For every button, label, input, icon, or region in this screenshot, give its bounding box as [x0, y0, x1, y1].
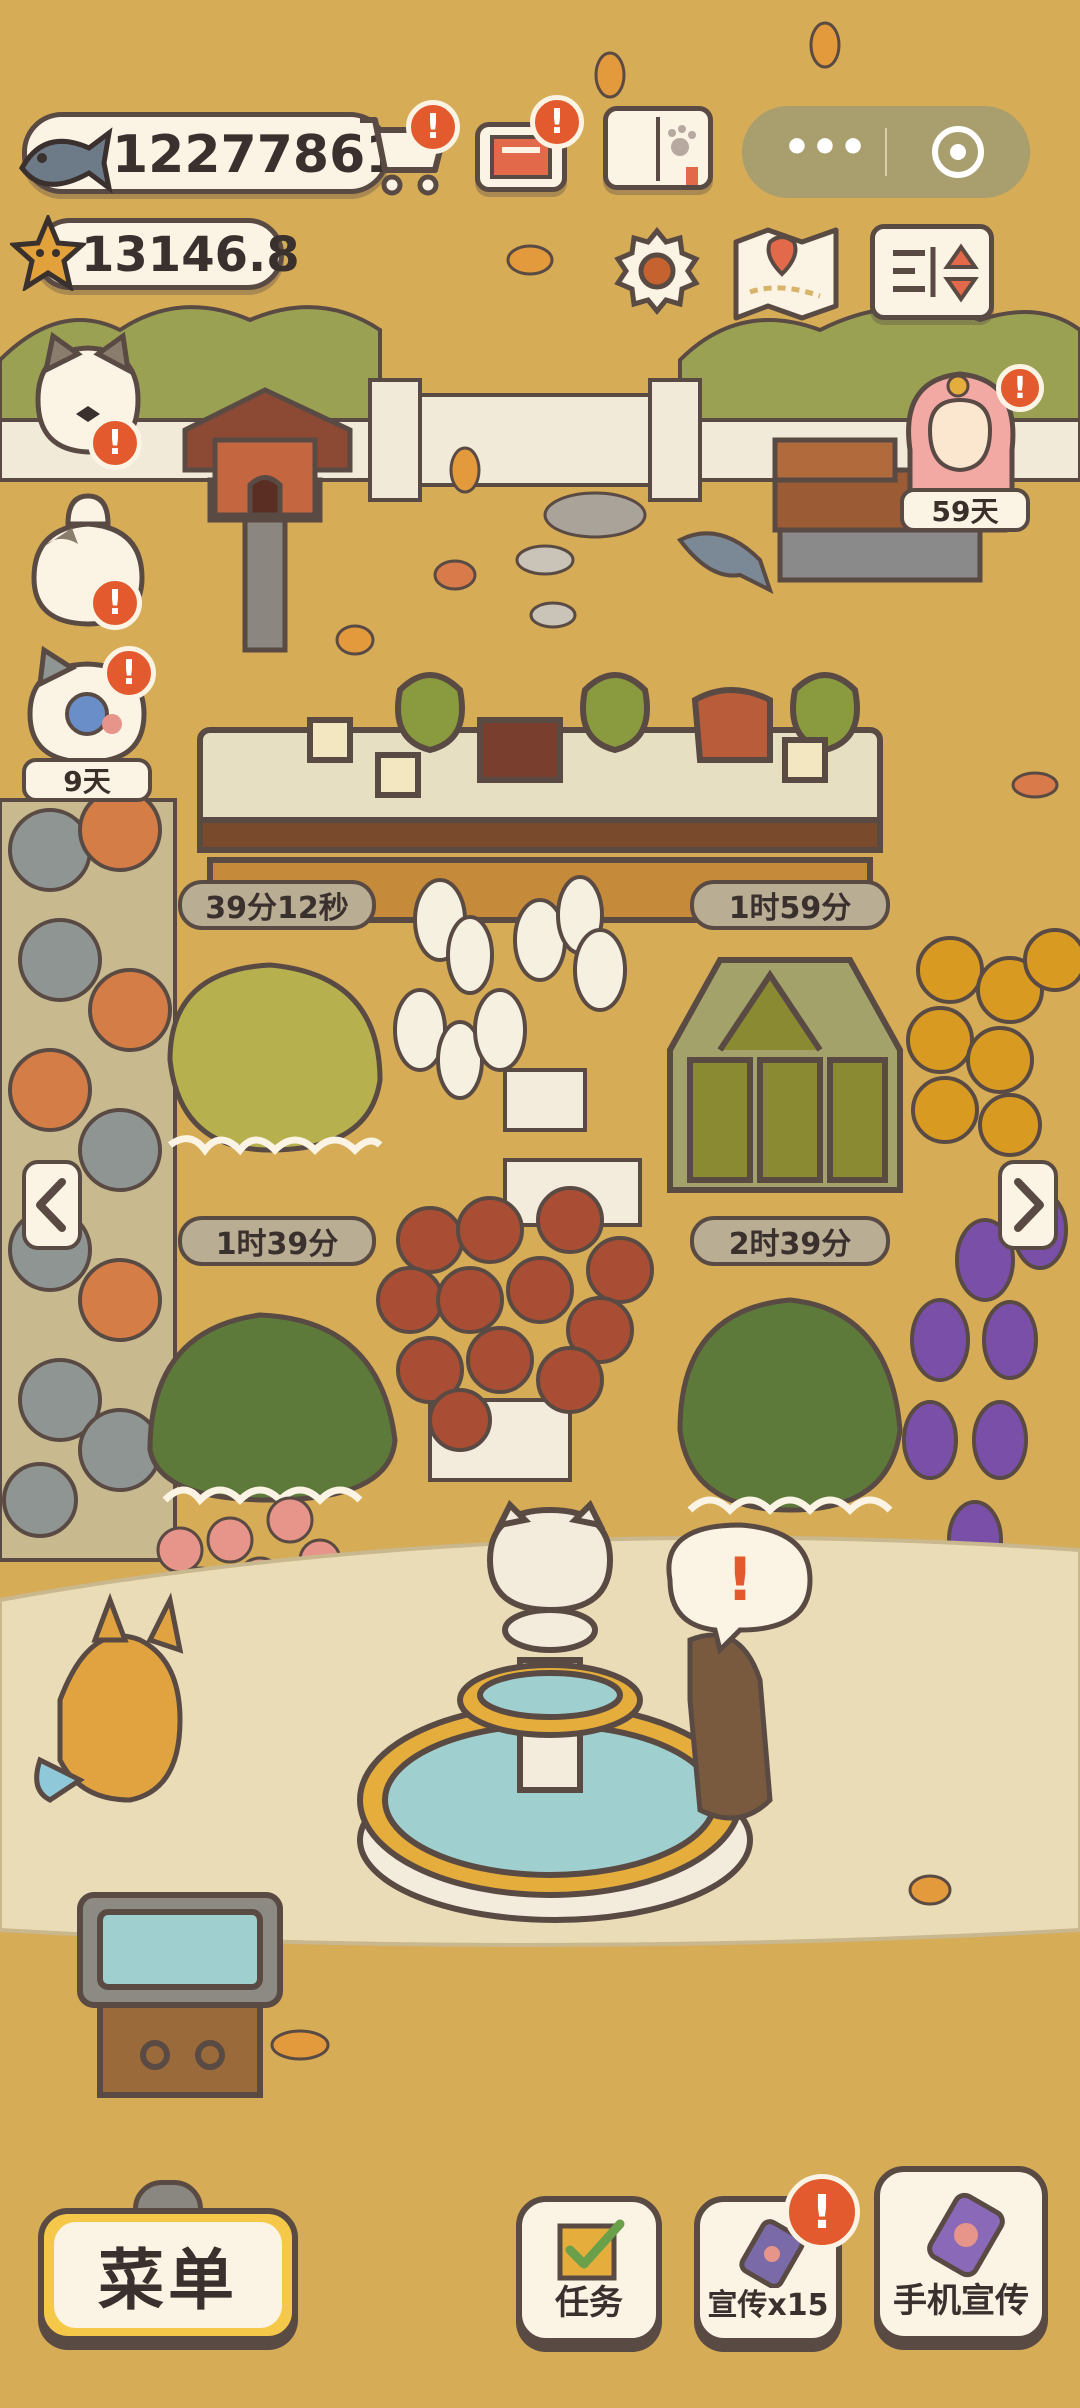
- pond-box: [77, 1892, 283, 2098]
- merchant-alert: !: [996, 364, 1044, 412]
- fish-icon: [19, 127, 113, 194]
- cat-days-label: 9天: [22, 758, 152, 802]
- target-icon: [950, 144, 966, 160]
- bib-cat-alert: !: [102, 646, 156, 700]
- scroll-right-button[interactable]: [998, 1160, 1058, 1250]
- close-mini-program-button[interactable]: [932, 126, 984, 178]
- menu-button[interactable]: 菜单: [38, 2180, 298, 2350]
- mail-alert-badge: !: [530, 95, 584, 149]
- chevron-left-icon: [36, 1178, 66, 1232]
- lily-patch: [393, 875, 642, 1227]
- star-icon: [10, 215, 86, 291]
- cat-visitor-tuxedo[interactable]: !: [28, 330, 148, 470]
- counter-right-timer: 1时59分: [690, 880, 890, 930]
- plot-top-left: [167, 962, 383, 1156]
- chevron-right-icon: [1014, 1178, 1044, 1232]
- paw-book-icon: [656, 117, 698, 185]
- cat-visitor-chef[interactable]: !: [28, 488, 148, 630]
- gear-icon: [614, 227, 700, 315]
- map-button[interactable]: [730, 222, 842, 322]
- cart-alert-badge: !: [406, 100, 460, 154]
- capsule-divider: [885, 128, 887, 176]
- plot-left-timer: 1时39分: [178, 1216, 376, 1266]
- plot-bottom-right: [677, 1297, 903, 1515]
- more-options-button[interactable]: •••: [780, 122, 870, 173]
- greenhouse: [667, 957, 903, 1193]
- star-count: 13146.8: [81, 227, 300, 283]
- phone-icon: [927, 2192, 1005, 2278]
- settings-button[interactable]: [612, 226, 702, 316]
- mailbox: [182, 387, 353, 653]
- tuxedo-cat-alert: !: [88, 416, 142, 470]
- shop-cart-button[interactable]: !: [350, 100, 460, 200]
- counter-left-timer: 39分12秒: [178, 880, 376, 930]
- chef-cat-alert: !: [88, 576, 142, 630]
- menu-inner: 菜单: [54, 2222, 282, 2328]
- tomato-patch: [376, 1186, 654, 1482]
- sunflower-patch: [906, 928, 1080, 1157]
- scroll-left-button[interactable]: [22, 1160, 82, 1250]
- checklist-icon: [557, 2219, 625, 2281]
- cat-visitor-bib[interactable]: !: [22, 644, 156, 765]
- promote-button[interactable]: 宣传x15 !: [694, 2174, 860, 2344]
- catalog-book-button[interactable]: [603, 106, 713, 190]
- merchant-days-label: 59天: [900, 488, 1030, 532]
- phone-promote-label: 手机宣传: [893, 2281, 1029, 2321]
- tasks-button[interactable]: 任务: [516, 2196, 662, 2344]
- plot-bottom-left: [147, 1312, 398, 1506]
- promote-alert-badge: !: [784, 2174, 860, 2250]
- phone-promote-button[interactable]: 手机宣传: [874, 2166, 1048, 2342]
- mini-program-capsule: •••: [742, 106, 1030, 198]
- layout-toggle-button[interactable]: [870, 224, 994, 320]
- merchant-character[interactable]: !: [900, 360, 1044, 501]
- plot-right-timer: 2时39分: [690, 1216, 890, 1266]
- menu-panel: 菜单: [38, 2208, 298, 2342]
- sort-icon: [893, 243, 979, 303]
- svg-text:!: !: [726, 1545, 753, 1615]
- menu-label: 菜单: [98, 2242, 238, 2319]
- map-icon: [733, 227, 839, 321]
- mail-button[interactable]: !: [475, 95, 584, 192]
